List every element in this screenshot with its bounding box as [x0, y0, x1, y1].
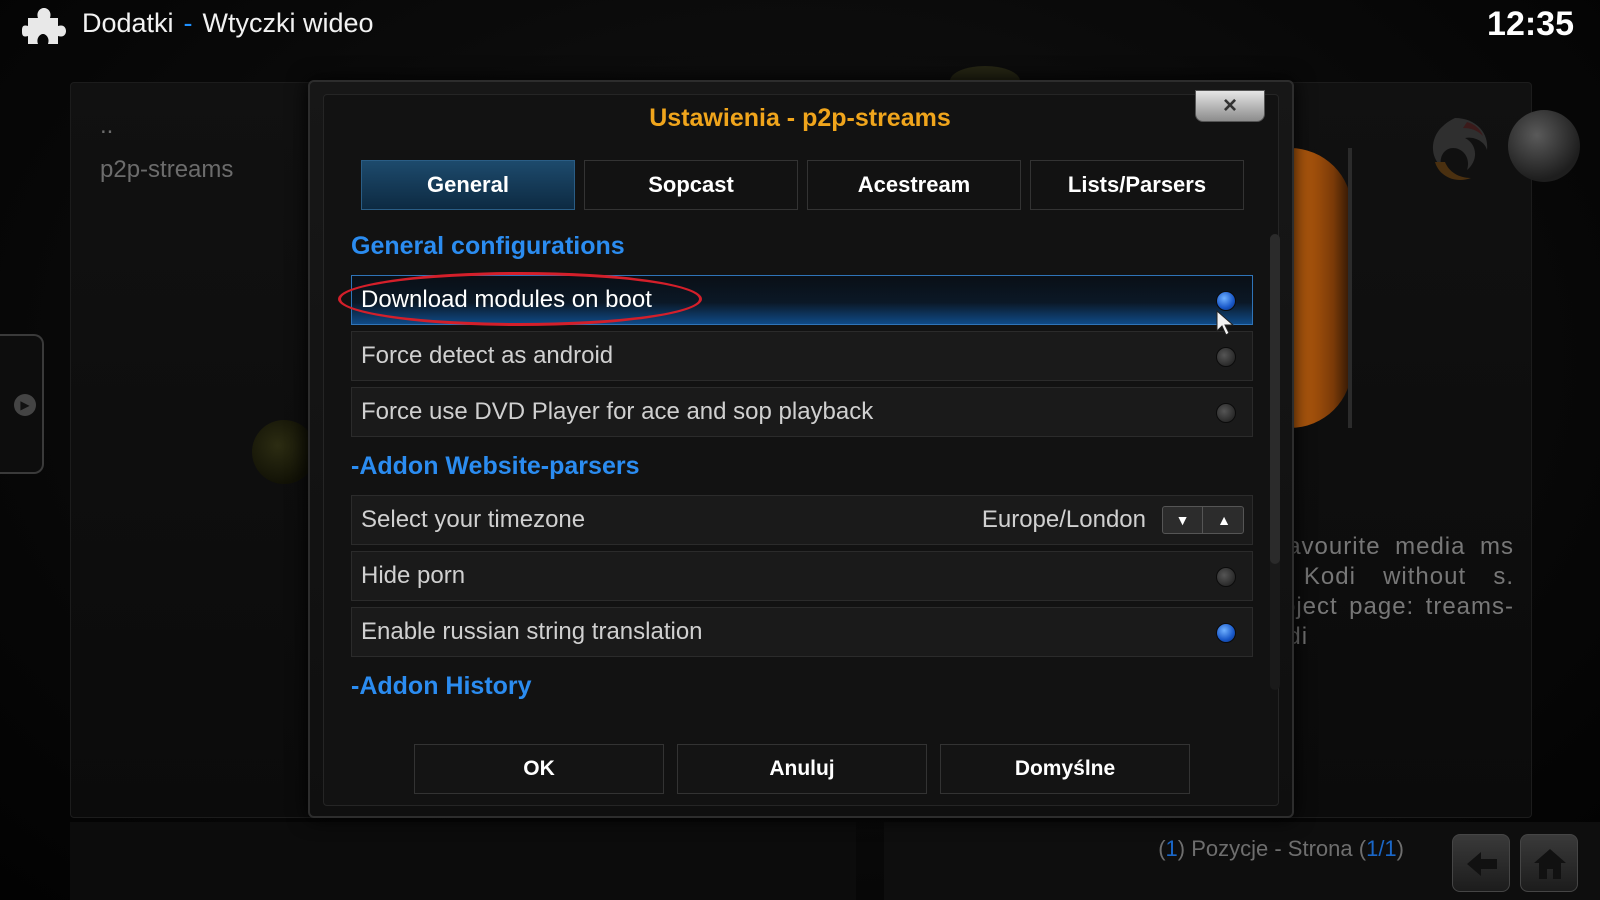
red-annotation-ellipse: [338, 272, 702, 326]
setting-label: Force use DVD Player for ace and sop pla…: [361, 398, 874, 425]
side-menu-handle[interactable]: ▶: [0, 334, 44, 474]
spin-down-icon[interactable]: ▼: [1163, 507, 1203, 533]
item-count: 1: [1165, 836, 1178, 861]
timezone-spinner: ▼ ▲: [1162, 506, 1244, 534]
clock: 12:35: [1487, 5, 1574, 43]
back-arrow-icon: [1467, 852, 1497, 876]
page-info: (1) Pozycje - Strona (1/1): [1158, 836, 1404, 861]
section-addon-website-parsers: -Addon Website-parsers: [351, 452, 640, 480]
close-button[interactable]: ×: [1195, 90, 1265, 122]
radio-toggle-on[interactable]: [1216, 291, 1236, 311]
kodi-screen: .. p2p-streams ▶ r favourite media ms in…: [0, 0, 1600, 900]
setting-force-dvd-player[interactable]: Force use DVD Player for ace and sop pla…: [351, 387, 1253, 437]
section-addon-history: -Addon History: [351, 672, 532, 700]
setting-label: Force detect as android: [361, 342, 614, 369]
pager-text: Pozycje - Strona: [1185, 836, 1359, 861]
page-number: 1/1: [1366, 836, 1397, 861]
background-decoration: [252, 420, 316, 484]
top-bar: Dodatki - Wtyczki wideo 12:35: [0, 0, 1600, 50]
spin-up-icon[interactable]: ▲: [1204, 507, 1244, 533]
list-item-p2p-streams[interactable]: p2p-streams: [100, 156, 233, 184]
fanart-frame: [1290, 148, 1352, 428]
radio-toggle-off[interactable]: [1216, 403, 1236, 423]
home-button[interactable]: [1520, 834, 1578, 892]
radio-toggle-on[interactable]: [1216, 623, 1236, 643]
settings-scrollbar[interactable]: [1270, 234, 1280, 690]
scrollbar-thumb[interactable]: [1270, 234, 1280, 564]
setting-label: Enable russian string translation: [361, 618, 703, 645]
setting-force-detect-android[interactable]: Force detect as android: [351, 331, 1253, 381]
setting-select-timezone[interactable]: Select your timezone Europe/London ▼ ▲: [351, 495, 1253, 545]
setting-label: Hide porn: [361, 562, 466, 589]
setting-hide-porn[interactable]: Hide porn: [351, 551, 1253, 601]
play-icon: ▶: [14, 394, 36, 416]
puzzle-piece-icon: [22, 8, 66, 44]
footer-left: [70, 822, 856, 900]
tab-general[interactable]: General: [361, 160, 575, 210]
addon-description: r favourite media ms in Kodi without s. …: [1256, 533, 1514, 650]
tab-sopcast[interactable]: Sopcast: [584, 160, 798, 210]
defaults-button[interactable]: Domyślne: [940, 744, 1190, 794]
setting-label: Select your timezone: [361, 506, 586, 533]
radio-toggle-off[interactable]: [1216, 347, 1236, 367]
breadcrumb-section: Dodatki: [82, 8, 174, 38]
breadcrumb-subsection: Wtyczki wideo: [202, 8, 374, 38]
section-general-configurations: General configurations: [351, 232, 625, 260]
cancel-button[interactable]: Anuluj: [677, 744, 927, 794]
tab-acestream[interactable]: Acestream: [807, 160, 1021, 210]
timezone-value: Europe/London: [981, 506, 1146, 533]
breadcrumb: Dodatki - Wtyczki wideo: [82, 8, 374, 39]
radio-toggle-off[interactable]: [1216, 567, 1236, 587]
breadcrumb-separator: -: [183, 8, 193, 38]
dialog-title: Ustawienia - p2p-streams: [649, 104, 951, 132]
setting-russian-translation[interactable]: Enable russian string translation: [351, 607, 1253, 657]
home-icon: [1534, 849, 1566, 879]
ok-button[interactable]: OK: [414, 744, 664, 794]
tab-lists-parsers[interactable]: Lists/Parsers: [1030, 160, 1244, 210]
back-button[interactable]: [1452, 834, 1510, 892]
mouse-cursor-icon: [1216, 310, 1235, 336]
